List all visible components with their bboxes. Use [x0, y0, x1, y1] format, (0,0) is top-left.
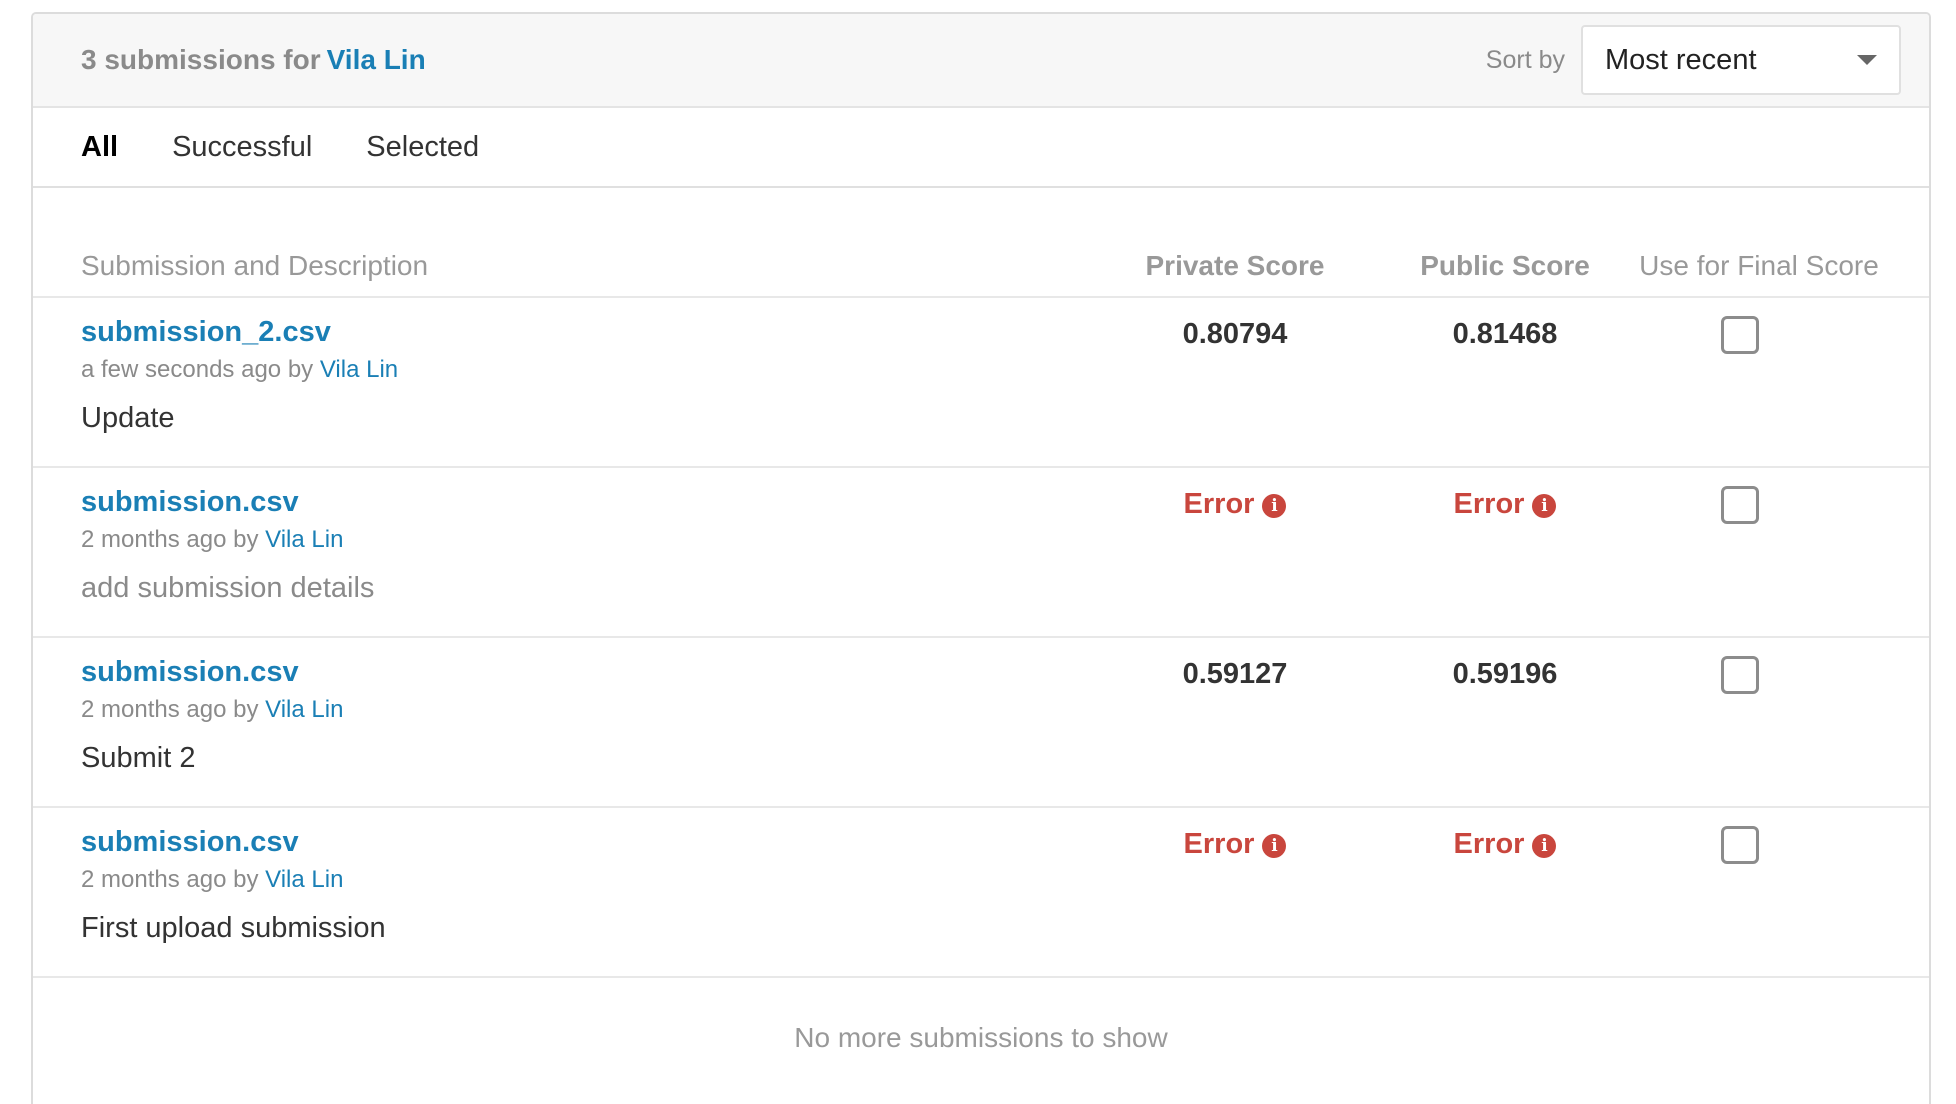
final-score-checkbox[interactable] — [1721, 656, 1759, 694]
table-header: Submission and Description Private Score… — [33, 188, 1929, 298]
column-header-private-score[interactable]: Private Score — [1115, 250, 1355, 282]
info-icon[interactable]: i — [1532, 494, 1557, 518]
public-score-error: Error i — [1385, 488, 1625, 521]
error-text: Error — [1453, 488, 1525, 520]
final-score-checkbox[interactable] — [1721, 826, 1759, 864]
submission-by: by — [233, 696, 259, 723]
final-score-checkbox[interactable] — [1721, 486, 1759, 524]
submission-by: by — [233, 866, 259, 893]
public-score-error: Error i — [1385, 828, 1625, 861]
filter-tabs: All Successful Selected — [33, 108, 1929, 188]
private-score: 0.59127 — [1182, 658, 1288, 690]
chevron-down-icon — [1857, 55, 1877, 65]
submission-user-link[interactable]: Vila Lin — [320, 356, 398, 383]
error-text: Error — [1453, 828, 1525, 860]
submission-meta: 2 months ago by Vila Lin — [81, 866, 343, 894]
sort-label: Sort by — [1485, 45, 1565, 74]
info-icon[interactable]: i — [1532, 834, 1557, 858]
table-row: submission.csv 2 months ago by Vila Lin … — [33, 808, 1929, 978]
submission-file-link[interactable]: submission_2.csv — [81, 316, 331, 349]
title-user-link[interactable]: Vila Lin — [327, 44, 426, 75]
private-score-error: Error i — [1115, 488, 1355, 521]
submission-time: 2 months ago — [81, 526, 227, 553]
tab-all[interactable]: All — [81, 131, 118, 164]
final-score-checkbox[interactable] — [1721, 316, 1759, 354]
table-row: submission.csv 2 months ago by Vila Lin … — [33, 468, 1929, 638]
submission-file-link[interactable]: submission.csv — [81, 486, 299, 519]
submission-description: Update — [81, 402, 175, 434]
submission-by: by — [233, 526, 259, 553]
error-text: Error — [1183, 828, 1255, 860]
panel-header: 3 submissions for Vila Lin Sort by Most r… — [33, 14, 1929, 108]
info-icon[interactable]: i — [1262, 834, 1287, 858]
column-header-public-score[interactable]: Public Score — [1385, 250, 1625, 282]
column-header-final-score: Use for Final Score — [1639, 250, 1879, 281]
error-text: Error — [1183, 488, 1255, 520]
info-icon[interactable]: i — [1262, 494, 1287, 518]
public-score: 0.59196 — [1452, 658, 1558, 690]
submission-description: First upload submission — [81, 912, 386, 944]
tab-selected[interactable]: Selected — [366, 131, 479, 164]
table-row: submission.csv 2 months ago by Vila Lin … — [33, 638, 1929, 808]
submission-description: Submit 2 — [81, 742, 196, 774]
private-score-error: Error i — [1115, 828, 1355, 861]
tab-successful[interactable]: Successful — [172, 131, 312, 164]
submissions-panel: 3 submissions for Vila Lin Sort by Most r… — [31, 12, 1931, 1104]
submission-description: add submission details — [81, 572, 375, 604]
sort-value: Most recent — [1605, 43, 1757, 76]
private-score: 0.80794 — [1182, 318, 1288, 350]
submission-count-text: 3 submissions for — [81, 44, 321, 75]
no-more-submissions-text: No more submissions to show — [794, 1022, 1168, 1053]
submission-time: 2 months ago — [81, 866, 227, 893]
column-header-submission: Submission and Description — [81, 250, 429, 281]
panel-title: 3 submissions for Vila Lin — [81, 44, 426, 76]
submission-user-link[interactable]: Vila Lin — [265, 866, 343, 893]
public-score: 0.81468 — [1452, 318, 1558, 350]
submission-file-link[interactable]: submission.csv — [81, 826, 299, 859]
submission-meta: 2 months ago by Vila Lin — [81, 526, 343, 554]
submission-user-link[interactable]: Vila Lin — [265, 696, 343, 723]
submission-time: 2 months ago — [81, 696, 227, 723]
submission-meta: 2 months ago by Vila Lin — [81, 696, 343, 724]
table-row: submission_2.csv a few seconds ago by Vi… — [33, 298, 1929, 468]
submission-by: by — [287, 356, 314, 383]
sort-dropdown[interactable]: Most recent — [1581, 25, 1901, 95]
submission-time: a few seconds ago — [81, 356, 282, 383]
submission-meta: a few seconds ago by Vila Lin — [81, 356, 398, 384]
submission-file-link[interactable]: submission.csv — [81, 656, 299, 689]
submission-user-link[interactable]: Vila Lin — [265, 526, 343, 553]
